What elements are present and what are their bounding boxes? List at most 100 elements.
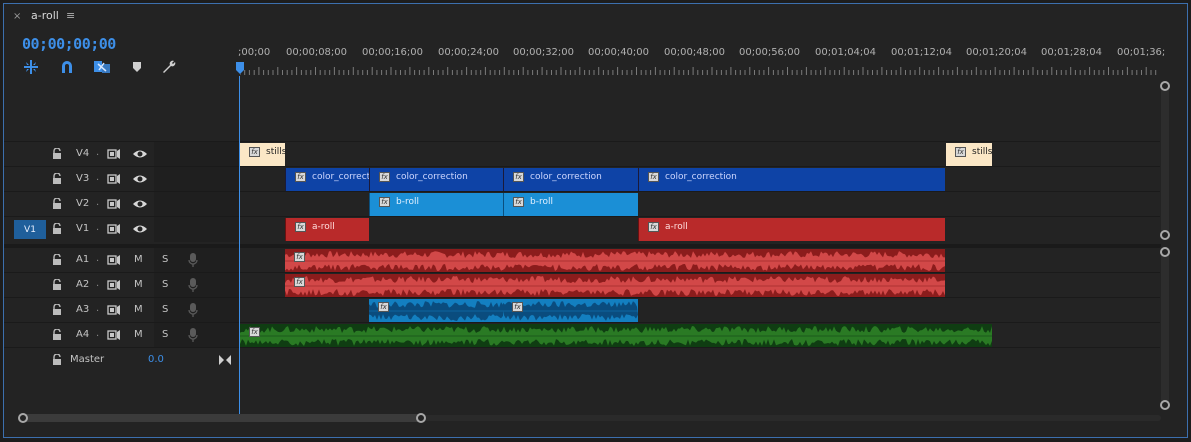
video-track-v1[interactable]: fx a-roll fx a-roll [240, 216, 1160, 241]
video-vertical-scrollbar[interactable] [1161, 82, 1169, 240]
audio-track-a3[interactable]: fx fx [240, 297, 1160, 322]
master-track[interactable] [240, 347, 1160, 372]
sync-lock-icon[interactable] [107, 278, 121, 292]
playhead-line [239, 76, 240, 414]
ruler-label: 00;00;16;00 [362, 47, 424, 58]
audio-track-a4[interactable]: fx [240, 322, 1160, 347]
video-track-header-v2[interactable]: V2. [4, 191, 240, 217]
linked-selection-icon[interactable] [93, 58, 111, 76]
audio-scroll-bottom-handle[interactable] [1160, 400, 1170, 410]
audio-clip[interactable]: fx [285, 249, 945, 272]
track-lock-icon[interactable] [52, 222, 62, 235]
voiceover-record-icon[interactable] [187, 252, 199, 268]
playhead-handle[interactable] [236, 62, 244, 74]
audio-track-a2[interactable]: fx [240, 272, 1160, 297]
audio-scroll-top-handle[interactable] [1160, 247, 1170, 257]
track-header-extension [154, 142, 240, 167]
sync-lock-icon[interactable] [107, 328, 121, 342]
track-lock-icon[interactable] [52, 328, 62, 341]
audio-clip[interactable]: fx [240, 324, 992, 347]
video-scroll-bottom-handle[interactable] [1160, 230, 1170, 240]
audio-track-header-a1[interactable]: A1 . M S [4, 247, 240, 273]
track-lock-icon[interactable] [52, 278, 62, 291]
mute-button[interactable]: M [134, 254, 143, 265]
sync-lock-icon[interactable] [107, 197, 121, 211]
sync-lock-icon[interactable] [107, 172, 121, 186]
video-clip-broll[interactable]: fx b-roll [503, 193, 638, 216]
horizontal-zoom-scrollbar[interactable] [18, 413, 1161, 423]
panel-menu-icon[interactable]: ≡ [66, 9, 75, 22]
mute-button[interactable]: M [134, 304, 143, 315]
toggle-output-eye-icon[interactable] [132, 222, 148, 236]
video-track-header-v1[interactable]: V1 V1. [4, 216, 240, 242]
video-clip-stills[interactable]: fx stills [946, 143, 992, 166]
track-lock-icon[interactable] [52, 253, 62, 266]
wrench-icon[interactable] [160, 58, 178, 76]
time-ruler[interactable]: ;00;00 00;00;08;00 00;00;16;00 00;00;24;00 0… [236, 44, 1165, 76]
ruler-label: ;00;00 [238, 47, 271, 58]
sync-lock-icon[interactable] [107, 253, 121, 267]
voiceover-record-icon[interactable] [187, 302, 199, 318]
video-clip-stills[interactable]: fx stills [240, 143, 285, 166]
hscroll-thumb[interactable] [22, 414, 426, 422]
solo-button[interactable]: S [162, 329, 168, 340]
sync-lock-icon[interactable] [107, 147, 121, 161]
audio-track-header-a2[interactable]: A2 . M S [4, 272, 240, 298]
video-clip-aroll[interactable]: fx a-roll [638, 218, 945, 241]
audio-vertical-scrollbar[interactable] [1161, 248, 1169, 408]
mute-button[interactable]: M [134, 279, 143, 290]
video-track-v2[interactable]: fx b-roll fx b-roll [240, 191, 1160, 216]
audio-clip[interactable]: fx [285, 274, 945, 297]
insert-overwrite-sequences-icon[interactable] [22, 58, 40, 76]
audio-track-header-a4[interactable]: A4 . M S [4, 322, 240, 348]
video-clip-color[interactable]: fx color_correction [369, 168, 503, 191]
ruler-label: 00;01;12;04 [891, 47, 953, 58]
track-lock-icon[interactable] [52, 303, 62, 316]
go-to-end-icon[interactable] [218, 354, 232, 366]
marker-icon[interactable] [128, 58, 146, 76]
video-clip-color[interactable]: fx color_correction [638, 168, 945, 191]
audio-clip[interactable]: fx [369, 299, 503, 322]
mute-button[interactable]: M [134, 329, 143, 340]
sequence-name[interactable]: a-roll [31, 9, 59, 22]
solo-button[interactable]: S [162, 279, 168, 290]
video-track-header-v4[interactable]: V4. [4, 141, 240, 167]
sync-lock-icon[interactable] [107, 303, 121, 317]
playhead-timecode[interactable]: 00;00;00;00 [22, 35, 116, 53]
solo-button[interactable]: S [162, 304, 168, 315]
toggle-output-eye-icon[interactable] [132, 172, 148, 186]
hscroll-right-handle[interactable] [416, 413, 426, 423]
video-track-v4[interactable]: fx stills fx stills [240, 141, 1160, 166]
timeline-tab[interactable]: × a-roll ≡ [4, 4, 1187, 30]
video-clip-broll[interactable]: fx b-roll [369, 193, 503, 216]
video-track-header-v3[interactable]: V3. [4, 166, 240, 192]
audio-track-a1[interactable]: fx [240, 247, 1160, 272]
video-clip-color[interactable]: fx color_correction [503, 168, 638, 191]
snap-icon[interactable] [58, 58, 76, 76]
voiceover-record-icon[interactable] [187, 327, 199, 343]
ruler-label: 00;00;40;00 [588, 47, 650, 58]
video-clip-color[interactable]: fx color_correctio [285, 168, 369, 191]
sync-lock-icon[interactable] [107, 222, 121, 236]
toggle-output-eye-icon[interactable] [132, 147, 148, 161]
track-lock-icon[interactable] [52, 172, 62, 185]
audio-track-header-a3[interactable]: A3 . M S [4, 297, 240, 323]
audio-clip[interactable]: fx [503, 299, 638, 322]
audio-waveform [285, 276, 945, 296]
source-patch-v1[interactable]: V1 [14, 220, 46, 239]
video-audio-divider[interactable] [4, 244, 1161, 247]
track-lock-icon[interactable] [52, 147, 62, 160]
master-track-header[interactable]: Master 0.0 [4, 347, 240, 372]
video-scroll-top-handle[interactable] [1160, 81, 1170, 91]
hscroll-left-handle[interactable] [18, 413, 28, 423]
voiceover-record-icon[interactable] [187, 277, 199, 293]
video-track-v3[interactable]: fxcolor_correctiofxcolor_correctionfxcol… [240, 166, 1160, 191]
audio-waveform [285, 251, 945, 271]
solo-button[interactable]: S [162, 254, 168, 265]
track-lock-icon[interactable] [52, 353, 62, 366]
toggle-output-eye-icon[interactable] [132, 197, 148, 211]
master-volume-value[interactable]: 0.0 [148, 354, 164, 365]
tab-close-icon[interactable]: × [13, 11, 21, 22]
video-clip-aroll[interactable]: fx a-roll [285, 218, 369, 241]
track-lock-icon[interactable] [52, 197, 62, 210]
